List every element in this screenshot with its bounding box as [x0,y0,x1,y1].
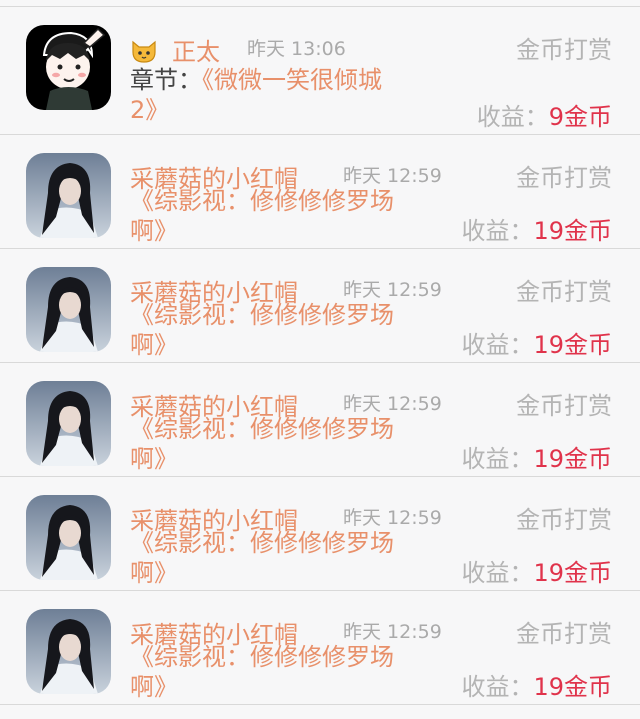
income-amount: 19金币 [533,445,612,473]
income-label: 收益： [461,673,534,701]
income: 收益：9金币 [477,97,612,132]
tip-record-item[interactable]: 采蘑菇的小红帽 昨天 12:59 金币打赏 《综影视：修修修修罗场 啊》 收益：… [0,249,640,363]
tip-type-label: 金币打赏 [516,36,612,64]
tip-record-item[interactable]: 采蘑菇的小红帽 昨天 12:59 金币打赏 《综影视：修修修修罗场 啊》 收益：… [0,591,640,705]
income-label: 收益： [476,103,549,131]
chapter-title[interactable]: 《综影视：修修修修罗场 啊》 [130,642,440,702]
title-line-2: 啊》 [130,673,178,701]
title-line-2: 啊》 [130,217,178,245]
income: 收益：19金币 [461,553,612,588]
income-label: 收益： [461,217,534,245]
title-line-2: 啊》 [130,559,178,587]
chapter-title[interactable]: 《综影视：修修修修罗场 啊》 [130,528,440,588]
avatar[interactable] [26,267,111,352]
income: 收益：19金币 [461,325,612,360]
dark-haired-character-avatar [26,495,111,580]
avatar[interactable] [26,153,111,238]
chapter-title[interactable]: 《综影视：修修修修罗场 啊》 [130,414,440,474]
user-name-text: 正太 [172,38,220,66]
title-line-1: 《综影视：修修修修罗场 [130,529,394,557]
income-label: 收益： [461,331,534,359]
timestamp: 昨天 12:59 [343,507,442,529]
tip-record-list: 正太 昨天 13:06 金币打赏 章节：《微微一笑很倾城 2》 收益：9金币 采… [0,0,640,719]
chapter-title[interactable]: 《综影视：修修修修罗场 啊》 [130,300,440,360]
title-line-2: 2》 [130,96,170,124]
avatar[interactable] [26,381,111,466]
cartoon-boy-avatar [26,25,111,110]
dark-haired-character-avatar [26,609,111,694]
chapter-title[interactable]: 《综影视：修修修修罗场 啊》 [130,186,440,246]
income-label: 收益： [461,445,534,473]
tip-type-label: 金币打赏 [516,620,612,648]
title-line-1: 《综影视：修修修修罗场 [130,187,394,215]
tip-record-item[interactable]: 正太 昨天 13:06 金币打赏 章节：《微微一笑很倾城 2》 收益：9金币 [0,7,640,135]
income: 收益：19金币 [461,667,612,702]
dark-haired-character-avatar [26,153,111,238]
income: 收益：19金币 [461,211,612,246]
title-line-1: 《综影视：修修修修罗场 [130,643,394,671]
chapter-label: 章节： [130,66,202,94]
title-line-2: 啊》 [130,445,178,473]
income-amount: 19金币 [533,217,612,245]
tip-type-label: 金币打赏 [516,392,612,420]
dark-haired-character-avatar [26,381,111,466]
timestamp: 昨天 12:59 [343,621,442,643]
chapter-title[interactable]: 章节：《微微一笑很倾城 2》 [130,65,440,125]
income: 收益：19金币 [461,439,612,474]
tip-type-label: 金币打赏 [516,164,612,192]
tip-record-item[interactable]: 采蘑菇的小红帽 昨天 12:59 金币打赏 《综影视：修修修修罗场 啊》 收益：… [0,135,640,249]
title-line-2: 啊》 [130,331,178,359]
income-amount: 9金币 [548,103,612,131]
tip-record-item[interactable]: 采蘑菇的小红帽 昨天 12:59 金币打赏 《综影视：修修修修罗场 啊》 收益：… [0,477,640,591]
income-amount: 19金币 [533,559,612,587]
income-label: 收益： [461,559,534,587]
avatar[interactable] [26,609,111,694]
avatar[interactable] [26,25,111,110]
timestamp: 昨天 13:06 [247,38,346,60]
timestamp: 昨天 12:59 [343,393,442,415]
timestamp: 昨天 12:59 [343,165,442,187]
avatar[interactable] [26,495,111,580]
timestamp: 昨天 12:59 [343,279,442,301]
tip-type-label: 金币打赏 [516,506,612,534]
title-line-1: 《综影视：修修修修罗场 [130,415,394,443]
tip-type-label: 金币打赏 [516,278,612,306]
title-line-1: 《综影视：修修修修罗场 [130,301,394,329]
tip-record-item[interactable]: 采蘑菇的小红帽 昨天 12:59 金币打赏 《综影视：修修修修罗场 啊》 收益：… [0,363,640,477]
income-amount: 19金币 [533,673,612,701]
title-line-1: 《微微一笑很倾城 [202,66,382,94]
income-amount: 19金币 [533,331,612,359]
dark-haired-character-avatar [26,267,111,352]
